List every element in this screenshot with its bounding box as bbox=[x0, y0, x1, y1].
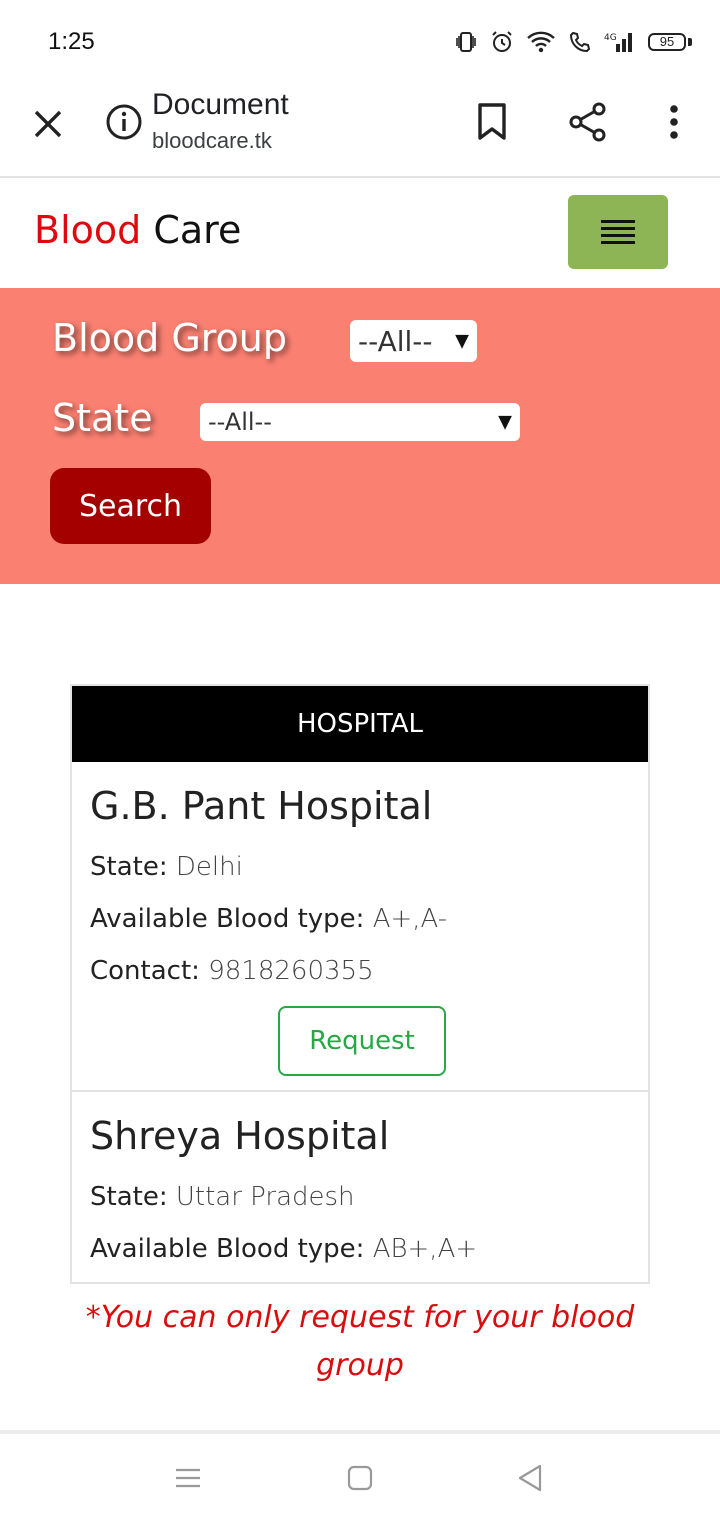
brand-word-care: Care bbox=[153, 208, 242, 252]
recents-button[interactable] bbox=[170, 1460, 206, 1496]
hospital-card: G.B. Pant Hospital State: Delhi Availabl… bbox=[72, 762, 648, 1092]
site-navbar: Blood Care bbox=[0, 180, 720, 288]
blood-group-label: Blood Group bbox=[52, 316, 288, 360]
hospital-card: Shreya Hospital State: Uttar Pradesh Ava… bbox=[72, 1092, 648, 1282]
battery-level: 95 bbox=[659, 34, 675, 49]
dropdown-arrow-icon: ▼ bbox=[455, 330, 469, 352]
hospital-name: G.B. Pant Hospital bbox=[90, 784, 433, 828]
hospital-table: HOSPITAL G.B. Pant Hospital State: Delhi… bbox=[70, 684, 650, 1284]
request-button[interactable]: Request bbox=[278, 1006, 446, 1076]
menu-lines-icon bbox=[176, 1468, 200, 1488]
brand-word-blood: Blood bbox=[34, 208, 142, 252]
hospital-state: Uttar Pradesh bbox=[175, 1182, 355, 1212]
home-square-icon bbox=[347, 1465, 373, 1491]
state-label: State bbox=[52, 396, 153, 440]
more-options-button[interactable] bbox=[656, 98, 692, 146]
home-button[interactable] bbox=[342, 1460, 378, 1496]
bookmark-button[interactable] bbox=[470, 98, 514, 146]
hospital-blood-types: AB+,A+ bbox=[372, 1234, 478, 1264]
signal-icon: 4G bbox=[604, 30, 636, 54]
alarm-icon bbox=[490, 30, 514, 54]
state-select[interactable]: --All-- ▼ bbox=[200, 403, 520, 441]
request-note: *You can only request for your blood gro… bbox=[85, 1300, 635, 1383]
close-tab-button[interactable] bbox=[24, 100, 72, 148]
call-icon bbox=[568, 30, 592, 54]
bookmark-icon bbox=[478, 103, 506, 140]
status-icons: 4G 95 bbox=[454, 30, 692, 54]
vibrate-icon bbox=[454, 30, 478, 54]
status-bar: 1:25 4G 95 bbox=[0, 0, 720, 86]
share-icon bbox=[569, 102, 606, 142]
hospital-name: Shreya Hospital bbox=[90, 1114, 390, 1158]
hospital-state-row: State: Uttar Pradesh bbox=[90, 1182, 355, 1212]
hospital-state-row: State: Delhi bbox=[90, 852, 243, 882]
browser-toolbar: Document bloodcare.tk bbox=[0, 86, 720, 178]
blood-group-select[interactable]: --All-- ▼ bbox=[350, 320, 477, 362]
search-panel: Blood Group --All-- ▼ State --All-- ▼ Se… bbox=[0, 288, 720, 584]
hospital-contact-row: Contact: 9818260355 bbox=[90, 956, 374, 986]
back-button[interactable] bbox=[512, 1460, 548, 1496]
system-navigation-bar bbox=[0, 1434, 720, 1517]
close-icon bbox=[34, 110, 62, 138]
site-info-button[interactable] bbox=[104, 102, 144, 142]
page-url[interactable]: bloodcare.tk bbox=[152, 128, 272, 154]
hospital-blood-types: A+,A- bbox=[372, 904, 448, 934]
menu-toggle-button[interactable] bbox=[568, 195, 668, 269]
wifi-icon bbox=[526, 30, 556, 54]
info-icon bbox=[106, 104, 142, 140]
back-triangle-icon bbox=[518, 1464, 542, 1492]
hamburger-icon bbox=[601, 216, 635, 248]
hospital-blood-row: Available Blood type: AB+,A+ bbox=[90, 1234, 478, 1264]
hospital-blood-row: Available Blood type: A+,A- bbox=[90, 904, 448, 934]
status-time: 1:25 bbox=[48, 28, 95, 55]
battery-icon: 95 bbox=[648, 31, 692, 53]
table-header: HOSPITAL bbox=[72, 686, 648, 762]
hospital-contact: 9818260355 bbox=[208, 956, 374, 986]
search-button[interactable]: Search bbox=[50, 468, 211, 544]
dropdown-arrow-icon: ▼ bbox=[498, 411, 512, 433]
brand-logo[interactable]: Blood Care bbox=[34, 208, 241, 252]
hospital-state: Delhi bbox=[175, 852, 243, 882]
share-button[interactable] bbox=[564, 98, 612, 146]
more-vertical-icon bbox=[670, 105, 678, 139]
page-title: Document bbox=[152, 88, 289, 121]
state-select-value: --All-- bbox=[208, 408, 272, 436]
blood-group-select-value: --All-- bbox=[358, 324, 433, 358]
svg-text:4G: 4G bbox=[604, 33, 617, 43]
